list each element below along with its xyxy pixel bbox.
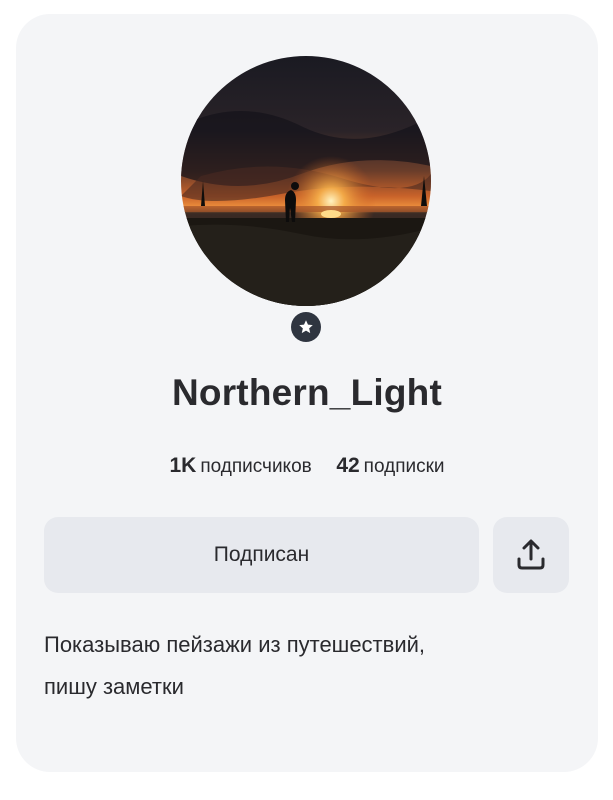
avatar-image <box>181 56 431 306</box>
profile-card: Northern_Light 1K подписчиков 42 подписки … <box>16 14 598 772</box>
following-stat[interactable]: 42 подписки <box>336 454 445 477</box>
followers-label: подписчиков <box>200 456 312 477</box>
bio-line-1: Показываю пейзажи из путешествий, <box>44 632 426 657</box>
following-count: 42 <box>336 454 360 477</box>
profile-avatar[interactable] <box>181 56 431 306</box>
profile-stats: 1K подписчиков 42 подписки <box>16 454 598 478</box>
share-button[interactable] <box>493 517 569 593</box>
followers-stat[interactable]: 1K подписчиков <box>169 454 317 477</box>
share-icon <box>517 539 545 570</box>
subscribe-button[interactable]: Подписан <box>44 517 479 593</box>
star-badge-icon[interactable] <box>291 312 321 342</box>
following-label: подписки <box>363 456 445 477</box>
followers-count: 1K <box>169 454 197 477</box>
profile-bio: Показываю пейзажи из путешествий, пишу з… <box>44 624 574 708</box>
bio-line-2: пишу заметки <box>44 674 184 699</box>
profile-username: Northern_Light <box>171 372 442 413</box>
